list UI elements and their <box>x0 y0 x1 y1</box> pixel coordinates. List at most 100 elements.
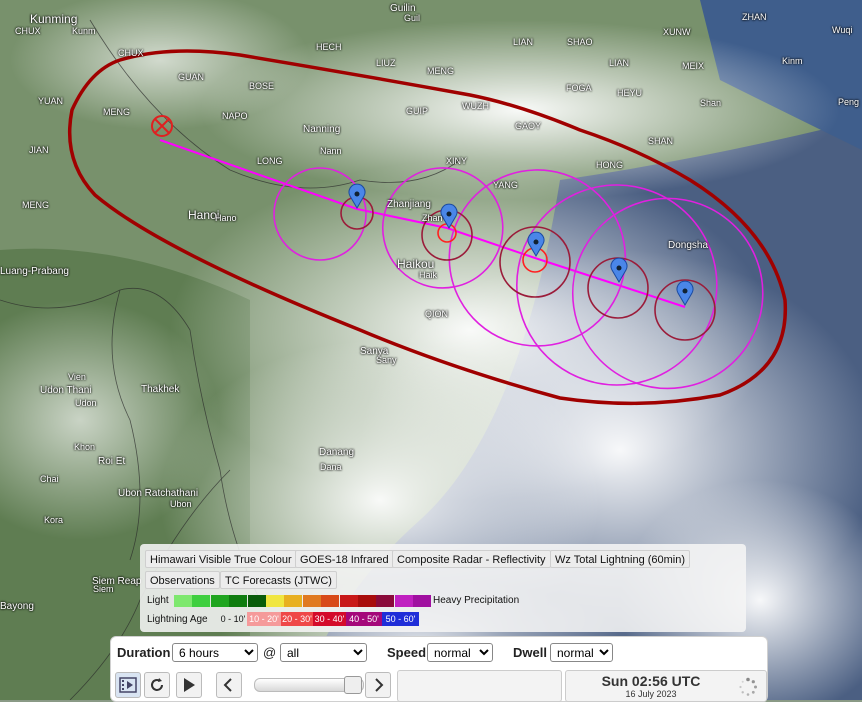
refresh-icon <box>151 678 163 691</box>
map-label: YANG <box>493 180 518 190</box>
map-label: HECH <box>316 42 342 52</box>
lightning-age-segment: 20 - 30' <box>281 612 313 626</box>
dwell-select[interactable]: normal <box>550 643 613 662</box>
play-icon <box>184 678 195 692</box>
map-label: HEYU <box>617 88 643 98</box>
map-label: Sany <box>376 355 397 365</box>
map-label: Kinm <box>782 56 803 66</box>
map-label: Udon Thani <box>40 385 92 396</box>
map-label: Khon <box>74 442 96 452</box>
map-label: HONG <box>596 160 623 170</box>
at-select[interactable]: all <box>280 643 367 662</box>
precip-swatch <box>394 595 413 607</box>
map-label: MENG <box>103 107 130 117</box>
map-label: Ubon Ratchathani <box>118 488 199 499</box>
map-label: QION <box>425 309 449 319</box>
speed-label: Speed <box>387 645 427 660</box>
map-label: GUAN <box>178 72 205 82</box>
duration-label: Duration <box>117 645 171 660</box>
map-label: MENG <box>22 200 49 210</box>
map-label: FOGA <box>566 83 592 93</box>
step-forward-button[interactable] <box>365 672 391 698</box>
refresh-button[interactable] <box>144 672 170 698</box>
layer-himawari-button[interactable]: Himawari Visible True Colour <box>145 550 297 568</box>
map-label: Bayong <box>0 601 34 612</box>
map-label: SHAO <box>567 37 593 47</box>
duration-select[interactable]: 6 hours <box>172 643 258 662</box>
layer-tc-forecasts-button[interactable]: TC Forecasts (JTWC) <box>220 571 337 589</box>
lightning-age-segment: 10 - 20' <box>247 612 281 626</box>
precip-swatch <box>284 595 303 607</box>
map-label: Dana <box>320 462 342 472</box>
precip-swatch <box>339 595 358 607</box>
map-label: Hano <box>215 213 237 223</box>
map-label: Kora <box>44 515 64 525</box>
map-label: Thakhek <box>141 384 180 395</box>
layer-goes-button[interactable]: GOES-18 Infrared <box>295 550 394 568</box>
map-label: MENG <box>427 66 454 76</box>
loading-spinner-icon <box>739 677 757 696</box>
map-label: Danang <box>319 447 355 458</box>
layer-lightning-button[interactable]: Wz Total Lightning (60min) <box>550 550 691 568</box>
time-slider-handle[interactable] <box>344 676 362 694</box>
precip-swatch <box>321 595 340 607</box>
map-label: Udon <box>75 398 97 408</box>
map-label: Vien <box>68 372 86 382</box>
step-back-button[interactable] <box>216 672 242 698</box>
map-label: Dongsha <box>668 240 709 251</box>
map-label: WUZH <box>462 101 489 111</box>
lightning-age-segment: 30 - 40' <box>313 612 346 626</box>
lightning-age-segment: 0 - 10' <box>220 614 246 624</box>
layer-observations-button[interactable]: Observations <box>145 571 220 589</box>
map-label: SHAN <box>648 136 674 146</box>
precip-light-label: Light <box>147 595 169 606</box>
map-label: MEIX <box>682 61 705 71</box>
map-label: ZHAN <box>742 12 767 22</box>
map-label: LIAN <box>609 58 630 68</box>
filmstrip-icon <box>119 677 137 693</box>
speed-select[interactable]: normal <box>427 643 493 662</box>
time-date: 16 July 2023 <box>625 689 677 699</box>
precip-swatch <box>247 595 266 607</box>
precip-swatch <box>174 595 192 607</box>
map-label: CHUX <box>15 26 41 36</box>
map-label: GAOY <box>515 121 542 131</box>
time-main: Sun 02:56 UTC <box>601 673 701 689</box>
precip-swatch <box>358 595 376 607</box>
map-label: YUAN <box>38 96 64 106</box>
layer-radar-button[interactable]: Composite Radar - Reflectivity <box>392 550 551 568</box>
map-label: Luang-Prabang <box>0 266 69 277</box>
map-label: LIAN <box>513 37 534 47</box>
map-label: Ubon <box>170 499 192 509</box>
map-label: XINY <box>446 156 468 166</box>
map-label: JIAN <box>29 145 49 155</box>
map-label: Chai <box>40 474 59 484</box>
map-label: Zhan <box>422 213 443 223</box>
precip-swatch <box>192 595 211 607</box>
at-symbol: @ <box>263 645 277 660</box>
step-back-icon <box>223 678 232 692</box>
map-label: Haik <box>419 270 438 280</box>
map-label: CHUX <box>118 48 144 58</box>
map-label: NAPO <box>222 111 248 121</box>
map-label: Roi Et <box>98 456 126 467</box>
map-label: GUIP <box>406 106 429 116</box>
time-display: Sun 02:56 UTC 16 July 2023 <box>565 670 767 702</box>
map-label: Nann <box>320 146 342 156</box>
map-label: LONG <box>257 156 283 166</box>
precip-swatch <box>229 595 248 607</box>
map-label: XUNW <box>663 27 691 37</box>
precip-swatch <box>266 595 284 607</box>
map-label: Kunm <box>72 26 96 36</box>
filmstrip-button[interactable] <box>115 672 141 698</box>
lightning-age-segment: 40 - 50' <box>346 612 382 626</box>
dwell-label: Dwell <box>513 645 547 660</box>
map-label: Shan <box>700 98 722 108</box>
precip-swatch <box>376 595 395 607</box>
map-label: Nanning <box>303 124 341 135</box>
play-button[interactable] <box>176 672 202 698</box>
map-label: Peng <box>838 97 860 107</box>
map-label: Haikou <box>397 257 435 271</box>
map-label: BOSE <box>249 81 275 91</box>
map-label: Wuqi <box>832 25 853 35</box>
